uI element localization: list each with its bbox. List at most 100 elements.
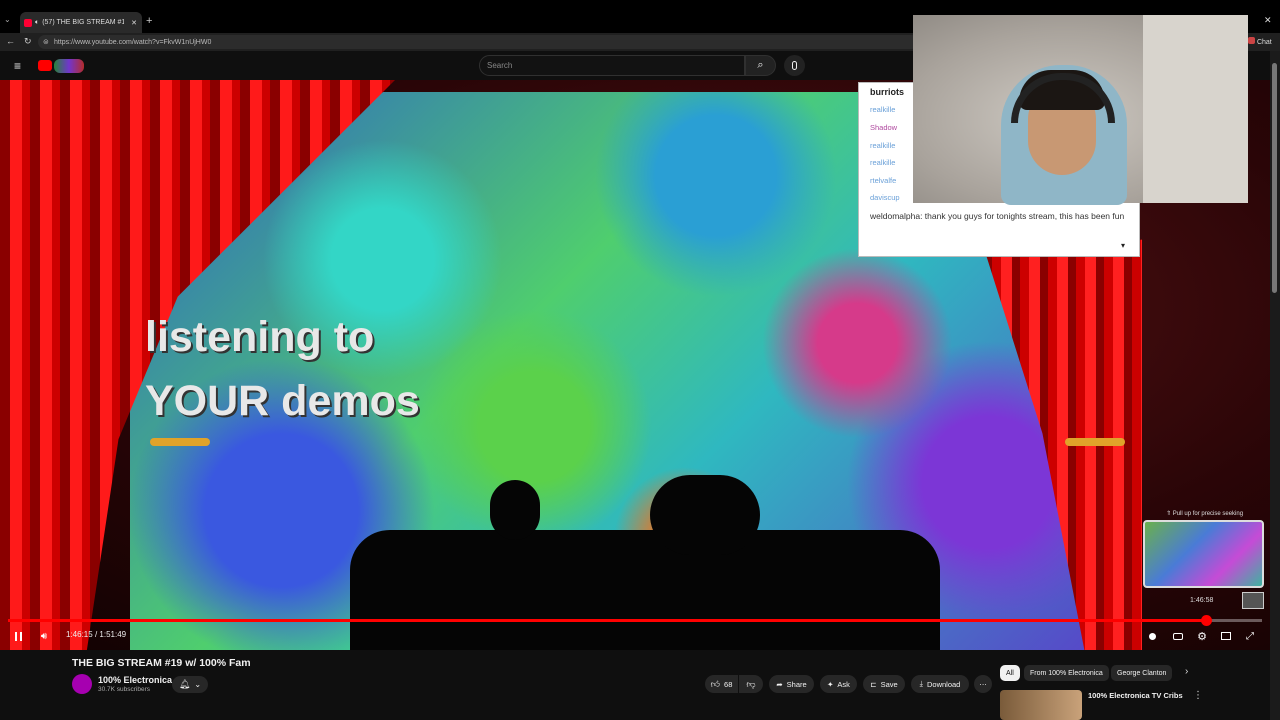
audience-head-right [650,475,760,555]
like-button[interactable]: 👍︎ 68 [705,675,738,693]
chat-line: daviscup [870,193,900,202]
back-arrow-icon[interactable]: ← [6,36,15,46]
chip-all[interactable]: All [1000,665,1020,681]
audio-playing-icon[interactable]: 🔈︎ [35,19,39,27]
left-curtain-tieback [150,438,210,446]
search-input[interactable]: Search [479,55,745,76]
chat-overlay-title: burriots [870,87,905,97]
seek-preview-thumbnail [1143,520,1264,588]
right-curtain-tieback [1065,438,1125,446]
miniplayer-icon [1221,632,1231,640]
ask-button[interactable]: ✦ Ask [820,675,857,693]
overlay-line-2: YOUR demos [145,377,420,425]
chips-next-chevron-icon[interactable]: › [1185,666,1188,677]
more-actions-button[interactable]: ⋯ [974,675,992,693]
chevron-down-icon: ⌄ [194,680,202,689]
fullscreen-icon: ⤢ [1246,630,1254,642]
browser-tab-active[interactable]: 🔈︎ (57) THE BIG STREAM #19 w/ ✕ [20,12,142,33]
chat-line: rtelvalfe [870,176,897,185]
menu-hamburger-icon[interactable]: ≡ [14,59,21,73]
volume-button[interactable]: 🔊︎ [36,629,52,643]
recommended-title[interactable]: 100% Electronica TV Cribs [1088,691,1183,700]
url-field[interactable]: ⊜ https://www.youtube.com/watch?v=FkvW1n… [38,35,918,49]
share-button[interactable]: ➦ Share [769,675,814,693]
chip-george-clanton[interactable]: George Clanton [1111,665,1173,681]
pause-button[interactable] [10,629,26,643]
subtitles-button[interactable] [1171,629,1185,643]
chat-line: realkille [870,105,896,114]
more-horizontal-icon: ⋯ [979,679,987,689]
overlay-line-1: listening to [145,313,375,361]
notification-bell-button[interactable]: 🔔︎ ⌄ [172,676,208,693]
chat-line: realkille [870,158,896,167]
settings-button[interactable]: ⚙ [1195,629,1209,643]
reload-icon[interactable]: ↻ [24,36,32,47]
url-text: https://www.youtube.com/watch?v=FkvW1nUj… [54,38,212,46]
end-screen-thumbnail[interactable] [1242,592,1264,609]
sparkle-icon: ✦ [827,679,834,689]
scrollbar-thumb[interactable] [1272,63,1277,293]
tab-title: (57) THE BIG STREAM #19 w/ [42,19,125,26]
share-label: Share [786,679,807,689]
chat-extension-label: Chat [1256,39,1272,46]
tab-list-button[interactable]: ⌄ [4,15,16,29]
channel-avatar[interactable] [72,674,92,694]
search-button[interactable]: ⌕ [745,55,776,76]
youtube-favicon-icon [24,18,32,27]
chat-line: realkille [870,141,896,150]
download-icon: ⤓ [919,679,923,688]
chip-from-channel[interactable]: From 100% Electronica [1024,665,1109,681]
dislike-button[interactable]: 👎︎ [739,675,763,693]
share-arrow-icon: ➦ [776,679,783,689]
recommended-more-icon[interactable]: ⋮ [1193,690,1203,701]
duration: 1:51:49 [99,630,127,639]
thumbs-down-icon: 👎︎ [746,678,756,689]
youtube-play-logo-icon [38,60,52,71]
audience-head-left [490,480,540,540]
recommended-thumbnail[interactable] [1000,690,1082,720]
save-label: Save [880,679,898,689]
time-display: 1:46:15 / 1:51:49 [66,630,126,639]
new-tab-button[interactable]: + [146,15,152,27]
subscriber-count: 30.7K subscribers [98,686,151,693]
chat-extension-button[interactable]: Chat [1248,37,1272,46]
pull-up-seek-hint: ⇑ Pull up for precise seeking [1166,511,1244,517]
autoplay-toggle[interactable] [1145,629,1159,643]
ask-label: Ask [837,679,850,689]
chat-extension-icon [1248,37,1255,44]
door-frame [1143,15,1248,203]
chat-line: Shadow [870,123,898,132]
volume-icon: 🔊︎ [40,630,48,642]
bookmark-icon: ⊏ [870,679,877,689]
save-button[interactable]: ⊏ Save [863,675,905,693]
captions-icon [1173,632,1183,640]
chat-scroll-down-icon: ▾ [1121,241,1126,250]
stream-overlay-text: listening to YOUR demos [145,305,420,433]
bell-icon: 🔔︎ [178,679,191,689]
thumbs-up-icon: 👍︎ [710,678,721,689]
progress-bar[interactable] [8,615,1262,626]
channel-name[interactable]: 100% Electronica [98,675,172,685]
time-separator: / [94,630,98,639]
chat-message: weldomalpha: thank you guys for tonights… [870,211,1125,221]
youtube-logo[interactable] [38,59,84,73]
microphone-icon [792,61,797,70]
custom-doodle-logo-icon [54,59,84,73]
gear-icon: ⚙ [1197,630,1207,643]
progress-scrubber-handle[interactable] [1200,615,1212,626]
voice-search-button[interactable] [784,55,805,76]
fullscreen-button[interactable]: ⤢ [1243,629,1257,643]
audience-silhouette [350,530,940,650]
webcam-overlay [913,15,1248,205]
progress-bar-played [8,619,1206,622]
autoplay-icon [1148,632,1156,640]
page-scrollbar[interactable] [1270,51,1280,720]
window-close-icon[interactable]: ✕ [1264,15,1272,26]
site-info-icon[interactable]: ⊜ [43,38,49,46]
download-label: Download [926,679,961,689]
download-button[interactable]: ⤓ Download [911,675,969,693]
current-time: 1:46:15 [66,630,93,639]
close-tab-icon[interactable]: ✕ [131,19,137,27]
search-placeholder: Search [487,61,513,70]
miniplayer-button[interactable] [1219,629,1233,643]
